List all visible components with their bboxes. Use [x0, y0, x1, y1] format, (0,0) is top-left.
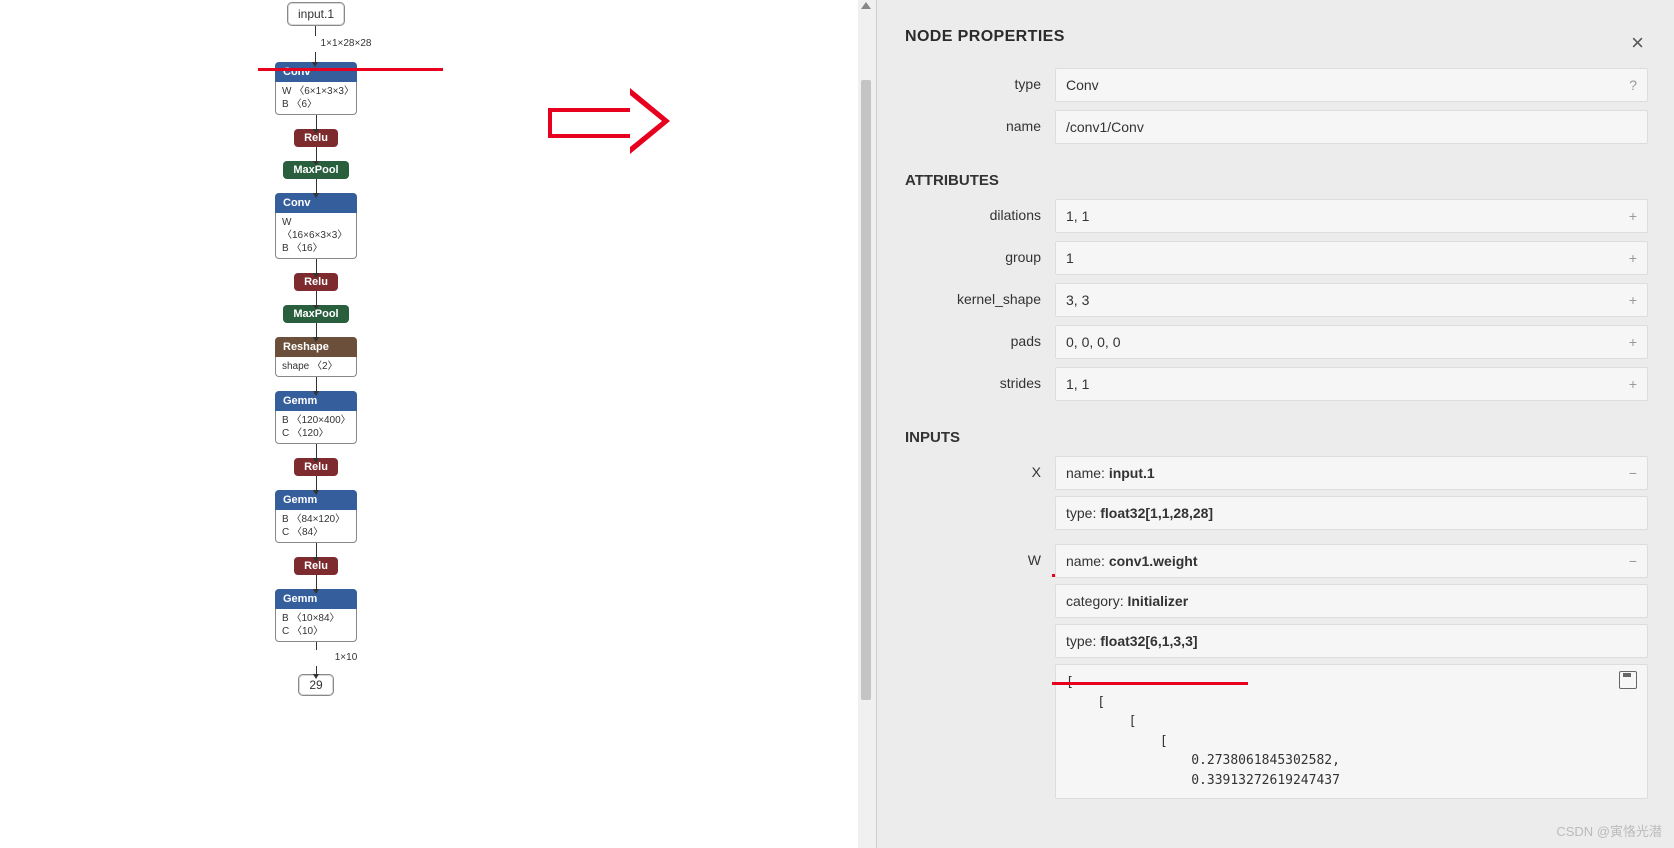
attr-label-group: group	[905, 241, 1055, 275]
input-x-name[interactable]: name: input.1−	[1055, 456, 1648, 490]
collapse-icon[interactable]: −	[1629, 465, 1637, 481]
node-params: W 〈16×6×3×3〉B 〈16〉	[275, 213, 357, 259]
node-gemm[interactable]: GemmB 〈120×400〉C 〈120〉	[275, 391, 357, 444]
scroll-up-icon[interactable]	[861, 2, 871, 9]
input-w-type[interactable]: type: float32[6,1,3,3]	[1055, 624, 1648, 658]
tensor-text: [ [ [ [ 0.2738061845302582, 0.3391327261…	[1066, 673, 1637, 790]
annotation-underline-1	[258, 68, 443, 71]
properties-panel: NODE PROPERTIES × type Conv? name /conv1…	[876, 0, 1674, 848]
expand-icon[interactable]: +	[1629, 208, 1637, 224]
panel-title: NODE PROPERTIES	[905, 28, 1648, 46]
node-gemm[interactable]: GemmB 〈84×120〉C 〈84〉	[275, 490, 357, 543]
vertical-scrollbar[interactable]	[858, 0, 876, 848]
name-value[interactable]: /conv1/Conv	[1055, 110, 1648, 144]
watermark-text: CSDN @寅恪光潜	[1556, 821, 1662, 840]
expand-icon[interactable]: +	[1629, 334, 1637, 350]
attr-value-group[interactable]: 1+	[1055, 241, 1648, 275]
expand-icon[interactable]: +	[1629, 250, 1637, 266]
attr-value-pads[interactable]: 0, 0, 0, 0+	[1055, 325, 1648, 359]
attr-value-dilations[interactable]: 1, 1+	[1055, 199, 1648, 233]
scroll-thumb[interactable]	[861, 80, 871, 700]
expand-icon[interactable]: +	[1629, 292, 1637, 308]
node-params: B 〈84×120〉C 〈84〉	[275, 510, 357, 543]
node-reshape[interactable]: Reshapeshape 〈2〉	[275, 337, 357, 377]
tensor-shape-label: 1×1×28×28	[321, 36, 372, 52]
attr-value-kernel_shape[interactable]: 3, 3+	[1055, 283, 1648, 317]
graph-canvas[interactable]: input.1 1×1×28×28 ConvW 〈6×1×3×3〉B 〈6〉Re…	[0, 0, 858, 848]
attr-label-pads: pads	[905, 325, 1055, 359]
annotation-underline-3	[1052, 682, 1248, 685]
attr-label-strides: strides	[905, 367, 1055, 401]
node-params: W 〈6×1×3×3〉B 〈6〉	[275, 82, 357, 115]
input-x-label: X	[905, 456, 1055, 536]
node-params: shape 〈2〉	[275, 357, 357, 377]
input-w-name[interactable]: name: conv1.weight−	[1055, 544, 1648, 578]
tensor-shape-label: 1×10	[335, 650, 358, 666]
collapse-icon[interactable]: −	[1629, 553, 1637, 569]
node-params: B 〈120×400〉C 〈120〉	[275, 411, 357, 444]
help-icon[interactable]: ?	[1629, 77, 1637, 93]
type-value[interactable]: Conv?	[1055, 68, 1648, 102]
save-icon[interactable]	[1619, 671, 1637, 689]
node-gemm[interactable]: GemmB 〈10×84〉C 〈10〉	[275, 589, 357, 642]
attr-label-kernel_shape: kernel_shape	[905, 283, 1055, 317]
name-label: name	[905, 110, 1055, 144]
attributes-heading: ATTRIBUTES	[905, 172, 1648, 189]
type-label: type	[905, 68, 1055, 102]
node-input[interactable]: input.1	[287, 2, 345, 26]
input-x-type[interactable]: type: float32[1,1,28,28]	[1055, 496, 1648, 530]
node-params: B 〈10×84〉C 〈10〉	[275, 609, 357, 642]
input-w-label: W	[905, 544, 1055, 805]
close-icon[interactable]: ×	[1631, 30, 1644, 56]
node-conv[interactable]: ConvW 〈16×6×3×3〉B 〈16〉	[275, 193, 357, 259]
expand-icon[interactable]: +	[1629, 376, 1637, 392]
input-w-category[interactable]: category: Initializer	[1055, 584, 1648, 618]
attr-label-dilations: dilations	[905, 199, 1055, 233]
inputs-heading: INPUTS	[905, 429, 1648, 446]
attr-value-strides[interactable]: 1, 1+	[1055, 367, 1648, 401]
